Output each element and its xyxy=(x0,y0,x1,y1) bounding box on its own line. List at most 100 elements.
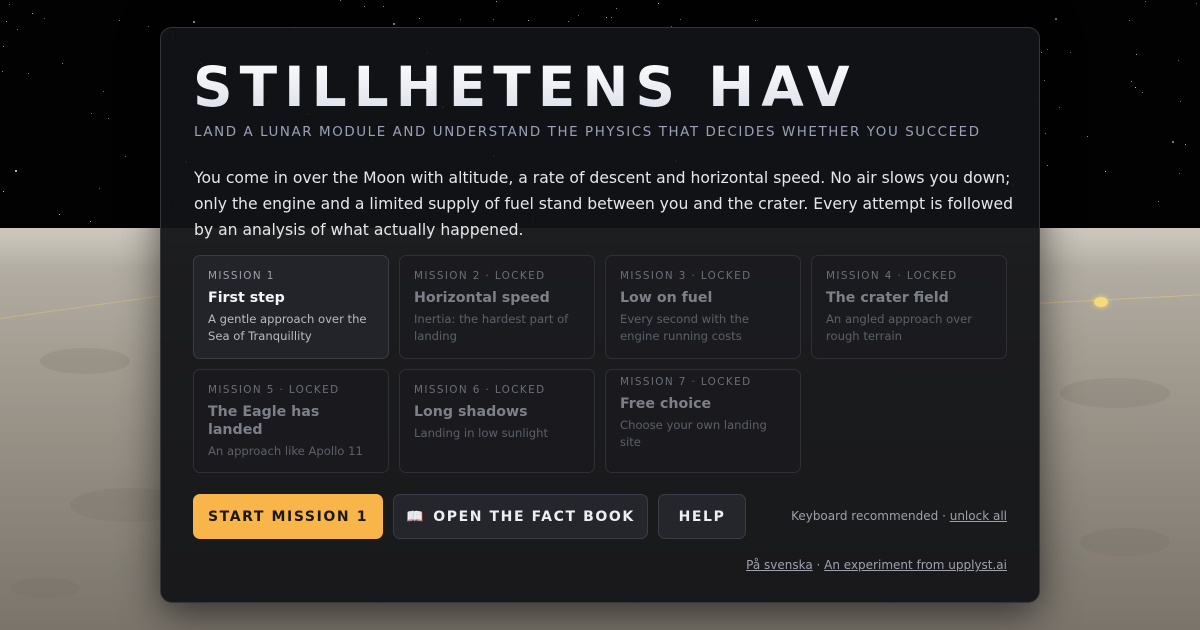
star xyxy=(1172,141,1174,143)
star xyxy=(393,23,395,25)
mission-desc: A gentle approach over the Sea of Tranqu… xyxy=(208,312,367,343)
star xyxy=(1055,18,1057,20)
book-icon: 📖 xyxy=(406,508,426,525)
star xyxy=(568,21,570,23)
star xyxy=(2,71,4,73)
star xyxy=(383,6,385,8)
mission-kicker: MISSION 1 xyxy=(208,270,275,282)
star xyxy=(611,17,613,19)
game-subtitle: LAND A LUNAR MODULE AND UNDERSTAND THE P… xyxy=(194,125,981,140)
mission-desc: Choose your own landing site xyxy=(620,418,767,449)
language-link[interactable]: På svenska xyxy=(746,558,813,572)
star xyxy=(1129,20,1131,22)
star xyxy=(44,18,46,20)
star xyxy=(17,29,19,31)
mission-desc: Inertia: the hardest part of landing xyxy=(414,312,569,343)
star xyxy=(1059,107,1061,109)
mission-card-7[interactable]: MISSION 7 · LOCKED Free choice Choose yo… xyxy=(605,369,801,473)
help-label: HELP xyxy=(678,508,726,525)
star xyxy=(125,156,127,158)
star xyxy=(364,6,366,8)
star xyxy=(119,20,121,22)
star xyxy=(1158,201,1160,203)
mission-card-5[interactable]: MISSION 5 · LOCKED The Eagle has landed … xyxy=(193,369,389,473)
star xyxy=(28,73,30,75)
mission-card-6[interactable]: MISSION 6 · LOCKED Long shadows Landing … xyxy=(399,369,595,473)
star xyxy=(1105,171,1107,173)
star xyxy=(606,17,608,19)
star xyxy=(460,19,462,21)
star xyxy=(62,63,64,65)
mission-name: Long shadows xyxy=(414,404,528,420)
mission-desc: Landing in low sunlight xyxy=(414,426,549,440)
mission-name: First step xyxy=(208,290,285,306)
open-fact-book-button[interactable]: 📖 OPEN THE FACT BOOK xyxy=(393,494,648,539)
star xyxy=(1047,49,1049,51)
star xyxy=(3,46,5,48)
star xyxy=(1196,3,1198,5)
star xyxy=(103,91,105,93)
star xyxy=(1045,133,1047,135)
star xyxy=(340,0,342,2)
star xyxy=(1047,165,1049,167)
mission-kicker: MISSION 7 · LOCKED xyxy=(620,376,752,388)
open-fact-book-label: OPEN THE FACT BOOK xyxy=(433,508,635,525)
star xyxy=(578,15,580,17)
star xyxy=(616,8,618,10)
star xyxy=(1044,80,1046,82)
crater xyxy=(10,578,80,598)
mission-kicker: MISSION 6 · LOCKED xyxy=(414,384,546,396)
star xyxy=(1041,52,1043,54)
intro-text: You come in over the Moon with altitude,… xyxy=(194,169,1013,239)
star xyxy=(108,118,110,120)
star xyxy=(32,13,34,15)
star xyxy=(1131,81,1133,83)
landing-marker-icon xyxy=(1094,297,1108,307)
keyboard-note: Keyboard recommended · unlock all xyxy=(791,509,1007,523)
mission-desc: An approach like Apollo 11 xyxy=(208,444,363,458)
start-mission-button[interactable]: START MISSION 1 xyxy=(193,494,383,539)
star xyxy=(419,18,421,20)
star xyxy=(1180,101,1182,103)
keyboard-recommended-text: Keyboard recommended xyxy=(791,509,939,523)
star xyxy=(1185,144,1187,146)
star xyxy=(496,1,498,3)
mission-name: Horizontal speed xyxy=(414,290,550,306)
mission-name: Low on fuel xyxy=(620,290,713,306)
star xyxy=(15,170,17,172)
star xyxy=(755,20,757,22)
mission-kicker: MISSION 2 · LOCKED xyxy=(414,270,546,282)
start-mission-label: START MISSION 1 xyxy=(207,508,369,525)
star xyxy=(1070,52,1072,54)
star xyxy=(1136,54,1138,56)
mission-card-4[interactable]: MISSION 4 · LOCKED The crater field An a… xyxy=(811,255,1007,359)
mission-kicker: MISSION 5 · LOCKED xyxy=(208,384,340,396)
star xyxy=(99,188,101,190)
unlock-all-link[interactable]: unlock all xyxy=(950,509,1007,523)
mission-desc: An angled approach over rough terrain xyxy=(826,312,972,343)
main-menu-panel: STILLHETENS HAV LAND A LUNAR MODULE AND … xyxy=(160,27,1040,603)
star xyxy=(90,221,92,223)
mission-card-3[interactable]: MISSION 3 · LOCKED Low on fuel Every sec… xyxy=(605,255,801,359)
star xyxy=(148,26,150,28)
star xyxy=(1145,1,1147,3)
experiment-link[interactable]: An experiment from upplyst.ai xyxy=(824,558,1007,572)
mission-kicker: MISSION 3 · LOCKED xyxy=(620,270,752,282)
star xyxy=(680,19,682,21)
mission-card-2[interactable]: MISSION 2 · LOCKED Horizontal speed Iner… xyxy=(399,255,595,359)
star xyxy=(1142,92,1144,94)
separator: · xyxy=(812,558,825,572)
mission-card-1[interactable]: MISSION 1 First step A gentle approach o… xyxy=(193,255,389,359)
star xyxy=(91,113,93,115)
star xyxy=(1178,60,1180,62)
help-button[interactable]: HELP xyxy=(658,494,746,539)
separator: · xyxy=(938,509,950,523)
star xyxy=(1179,173,1181,175)
star xyxy=(193,21,195,23)
star xyxy=(658,3,660,5)
crater xyxy=(40,348,130,374)
mission-desc: Every second with the engine running cos… xyxy=(620,312,749,343)
footer-links: På svenska · An experiment from upplyst.… xyxy=(746,558,1007,572)
star xyxy=(493,19,495,21)
star xyxy=(59,214,61,216)
